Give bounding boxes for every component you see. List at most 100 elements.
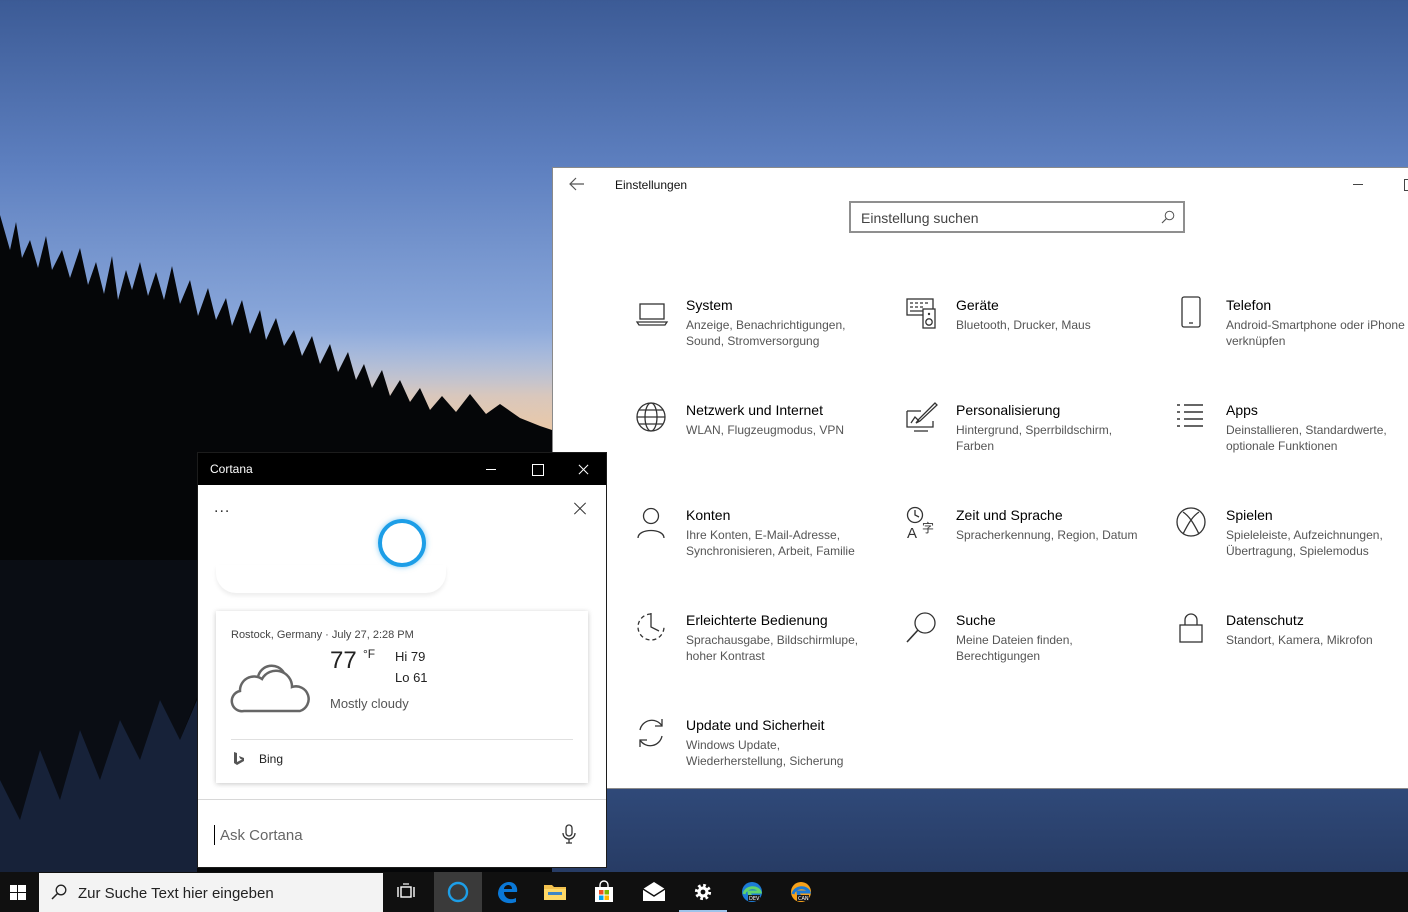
tile-desc: Meine Dateien finden, Berechtigungen — [956, 633, 1073, 663]
weather-high: Hi 79 — [395, 649, 426, 664]
tile-title: Apps — [1226, 402, 1258, 418]
text-cursor — [214, 825, 215, 845]
tile-update-security[interactable]: Update und Sicherheit Windows Update, Wi… — [635, 716, 905, 796]
taskbar-search-box[interactable] — [39, 873, 383, 912]
tile-title: System — [686, 297, 733, 313]
tile-title: Netzwerk und Internet — [686, 402, 823, 418]
tile-title: Update und Sicherheit — [686, 717, 825, 733]
back-arrow-icon[interactable] — [569, 177, 589, 193]
task-view-button[interactable] — [383, 872, 431, 912]
weather-location: Rostock, Germany · July 27, 2:28 PM — [231, 629, 414, 641]
svg-text:字: 字 — [922, 520, 934, 535]
bing-source-link[interactable]: Bing — [259, 752, 283, 766]
tile-desc: Spracherkennung, Region, Datum — [956, 528, 1138, 542]
tile-desc: Sprachausgabe, Bildschirmlupe, hoher Kon… — [686, 633, 859, 663]
edge-dev-icon: DEV — [742, 882, 763, 902]
tile-ease-of-access[interactable]: Erleichterte Bedienung Sprachausgabe, Bi… — [635, 611, 905, 691]
start-button[interactable] — [0, 872, 38, 912]
tile-gaming[interactable]: Spielen Spieleleiste, Aufzeichnungen, Üb… — [1175, 506, 1408, 586]
cortana-button[interactable] — [434, 872, 482, 912]
tile-apps[interactable]: Apps Deinstallieren, Standardwerte, opti… — [1175, 401, 1408, 481]
svg-text:CAN: CAN — [798, 896, 809, 902]
microphone-icon[interactable] — [562, 824, 576, 844]
cortana-maximize-button[interactable] — [514, 453, 560, 485]
search-icon — [1161, 210, 1175, 224]
tile-devices[interactable]: Geräte Bluetooth, Drucker, Maus — [905, 296, 1175, 376]
tile-desc: WLAN, Flugzeugmodus, VPN — [686, 423, 845, 437]
tile-title: Zeit und Sprache — [956, 507, 1063, 523]
tile-title: Datenschutz — [1226, 612, 1304, 628]
store-button[interactable] — [580, 872, 628, 912]
settings-title: Einstellungen — [615, 178, 688, 192]
more-options-button[interactable]: ... — [214, 499, 230, 517]
windows-logo-icon — [10, 885, 26, 900]
cortana-title: Cortana — [210, 462, 253, 476]
ease-of-access-icon — [637, 613, 665, 641]
tile-title: Telefon — [1226, 297, 1272, 313]
weather-temperature: 77 — [330, 647, 357, 674]
taskbar: DEV CAN — [0, 872, 1408, 912]
task-view-icon — [397, 883, 415, 898]
phone-icon — [1181, 296, 1201, 328]
ask-cortana-input[interactable] — [220, 825, 520, 845]
personalization-icon — [906, 402, 938, 432]
divider — [198, 799, 606, 800]
taskbar-search-input[interactable] — [78, 883, 368, 903]
weather-low: Lo 61 — [395, 670, 428, 685]
tile-personalization[interactable]: Personalisierung Hintergrund, Sperrbilds… — [905, 401, 1175, 481]
maximize-button[interactable] — [1397, 174, 1408, 194]
tile-desc: Windows Update, Wiederherstellung, Siche… — [686, 738, 844, 768]
tile-desc: Deinstallieren, Standardwerte, optionale… — [1226, 423, 1387, 453]
edge-button[interactable] — [483, 872, 531, 912]
cortana-titlebar[interactable]: Cortana — [198, 453, 606, 485]
tile-system[interactable]: System Anzeige, Benachrichtigungen, Soun… — [635, 296, 905, 376]
tile-network[interactable]: Netzwerk und Internet WLAN, Flugzeugmodu… — [635, 401, 905, 481]
minimize-button[interactable] — [1347, 174, 1371, 194]
store-icon — [595, 880, 613, 902]
settings-search-box[interactable] — [849, 201, 1185, 233]
tile-desc: Spieleleiste, Aufzeichnungen, Übertragun… — [1226, 528, 1383, 558]
edge-canary-button[interactable]: CAN — [777, 872, 825, 912]
settings-button[interactable] — [679, 872, 727, 912]
tile-desc: Hintergrund, Sperrbildschirm, Farben — [956, 423, 1113, 453]
update-icon — [639, 719, 663, 747]
tile-accounts[interactable]: Konten Ihre Konten, E-Mail-Adresse, Sync… — [635, 506, 905, 586]
search-icon — [906, 612, 936, 643]
close-icon[interactable] — [572, 501, 588, 517]
folder-icon — [544, 885, 566, 900]
tile-desc: Anzeige, Benachrichtigungen, Sound, Stro… — [686, 318, 846, 348]
cortana-close-window-button[interactable] — [560, 453, 606, 485]
tile-title: Geräte — [956, 297, 999, 313]
cortana-minimize-button[interactable] — [468, 453, 514, 485]
globe-icon — [636, 402, 666, 432]
divider — [231, 739, 573, 740]
tile-search[interactable]: Suche Meine Dateien finden, Berechtigung… — [905, 611, 1175, 691]
weather-condition: Mostly cloudy — [330, 696, 409, 711]
settings-search-input[interactable] — [861, 208, 1151, 228]
file-explorer-button[interactable] — [531, 872, 579, 912]
tile-privacy[interactable]: Datenschutz Standort, Kamera, Mikrofon — [1175, 611, 1408, 691]
tile-time-language[interactable]: A字 Zeit und Sprache Spracherkennung, Reg… — [905, 506, 1175, 586]
laptop-icon — [635, 303, 669, 326]
cortana-ring-icon — [447, 881, 469, 903]
tile-title: Spielen — [1226, 507, 1273, 523]
settings-window: Einstellungen System Anzeige, Benachrich… — [552, 167, 1408, 789]
tile-phone[interactable]: Telefon Android-Smartphone oder iPhone v… — [1175, 296, 1408, 376]
tile-desc: Bluetooth, Drucker, Maus — [956, 318, 1091, 332]
tile-desc: Ihre Konten, E-Mail-Adresse, Synchronisi… — [686, 528, 855, 558]
time-language-icon: A字 — [906, 506, 934, 540]
tile-title: Suche — [956, 612, 996, 628]
devices-icon — [906, 298, 936, 329]
cortana-ring-icon — [378, 519, 426, 567]
mail-button[interactable] — [630, 872, 678, 912]
lock-icon — [1179, 613, 1203, 643]
edge-icon — [498, 882, 518, 904]
temperature-unit: °F — [363, 647, 376, 661]
bing-logo-icon — [234, 752, 244, 765]
weather-card[interactable]: Rostock, Germany · July 27, 2:28 PM 77 °… — [216, 611, 588, 783]
tile-desc: Standort, Kamera, Mikrofon — [1226, 633, 1373, 647]
greeting-bubble — [216, 565, 446, 593]
svg-text:A: A — [907, 525, 917, 540]
person-icon — [637, 507, 665, 539]
edge-dev-button[interactable]: DEV — [728, 872, 776, 912]
